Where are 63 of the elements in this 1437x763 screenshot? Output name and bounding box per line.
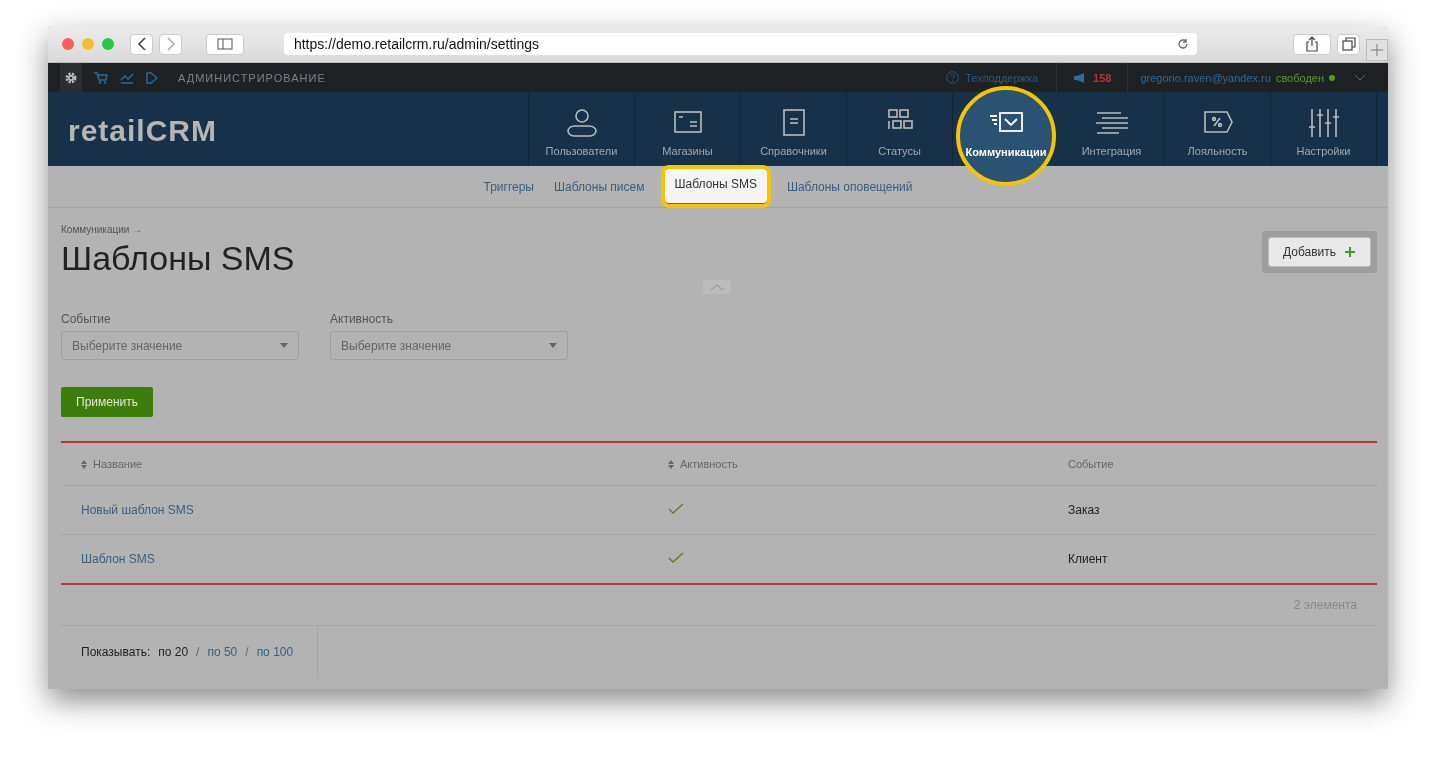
share-button[interactable] bbox=[1293, 33, 1332, 55]
sidebar-icon bbox=[216, 38, 233, 50]
user-status: свободен bbox=[1275, 71, 1324, 84]
status-dot bbox=[1329, 74, 1335, 81]
share-icon bbox=[1305, 36, 1320, 52]
filter-label: Событие bbox=[61, 312, 112, 326]
separator: / bbox=[196, 645, 200, 659]
chevron-left-icon bbox=[136, 37, 147, 51]
settings-icon[interactable] bbox=[60, 63, 82, 92]
chart-icon[interactable] bbox=[120, 71, 134, 84]
address-bar[interactable]: https://demo.retailcrm.ru/admin/settings bbox=[283, 33, 1198, 55]
separator: / bbox=[245, 645, 249, 659]
template-link[interactable]: Новый шаблон SMS bbox=[81, 503, 194, 517]
sort-icon bbox=[81, 459, 87, 469]
select-field[interactable]: Выберите значение bbox=[330, 331, 568, 360]
nav-item[interactable]: Статусы bbox=[847, 92, 953, 166]
chevron-right-icon bbox=[165, 37, 176, 51]
cart-icon[interactable] bbox=[94, 71, 108, 84]
new-tab-button[interactable] bbox=[1366, 39, 1388, 61]
template-link[interactable]: Шаблон SMS bbox=[81, 552, 155, 566]
column-header[interactable]: Событие bbox=[1068, 458, 1377, 470]
dropdown-caret-icon bbox=[280, 343, 288, 348]
add-button[interactable]: Добавить bbox=[1267, 237, 1371, 267]
nav-item[interactable]: Интеграция bbox=[1059, 92, 1165, 166]
breadcrumb[interactable]: Коммуникации → bbox=[61, 224, 295, 235]
help-icon bbox=[946, 71, 960, 84]
caret-icon[interactable] bbox=[1354, 73, 1366, 82]
user-email-link[interactable]: gregorio.raven@yandex.ru bbox=[1140, 71, 1271, 84]
reload-icon[interactable] bbox=[1177, 38, 1190, 50]
column-header[interactable]: Активность bbox=[668, 458, 1068, 470]
page-size-label: Показывать: bbox=[81, 645, 151, 659]
tabs-icon bbox=[1341, 37, 1356, 51]
page-title: Шаблоны SMS bbox=[61, 239, 295, 278]
nav-item[interactable]: Лояльность bbox=[1165, 92, 1271, 166]
select-field[interactable]: Выберите значение bbox=[61, 331, 299, 360]
apply-button[interactable]: Применить bbox=[61, 387, 153, 417]
back-button[interactable] bbox=[130, 33, 153, 55]
zoom-button[interactable] bbox=[102, 38, 114, 50]
page-size-option[interactable]: по 50 bbox=[207, 645, 238, 659]
subnav-tab[interactable]: Шаблоны писем bbox=[553, 179, 645, 194]
nav-item[interactable]: Коммуникации bbox=[956, 86, 1056, 186]
subnav-tab[interactable]: Шаблоны оповещений bbox=[786, 179, 913, 194]
plus-icon bbox=[1371, 44, 1384, 56]
table-cell-text: Клиент bbox=[1068, 552, 1109, 566]
page-size-option[interactable]: по 100 bbox=[256, 645, 294, 659]
nav-item[interactable]: Пользователи bbox=[529, 92, 635, 166]
sort-icon bbox=[668, 459, 674, 469]
page-size-option[interactable]: по 20 bbox=[158, 645, 189, 659]
tabs-button[interactable] bbox=[1337, 33, 1361, 55]
section-title: АДМИНИСТРИРОВАНИЕ bbox=[178, 71, 326, 84]
logo[interactable]: retailCRM bbox=[48, 92, 218, 166]
table-cell-text: Заказ bbox=[1068, 503, 1101, 517]
play-icon[interactable] bbox=[146, 71, 158, 84]
support-link[interactable]: Техподдержка bbox=[946, 71, 1039, 84]
close-button[interactable] bbox=[62, 38, 74, 50]
filter-label: Активность bbox=[330, 312, 394, 326]
sidebar-button[interactable] bbox=[206, 33, 244, 55]
plus-icon bbox=[1344, 246, 1356, 258]
subnav-tab[interactable]: Триггеры bbox=[483, 179, 534, 194]
nav-item[interactable]: Настройки bbox=[1271, 92, 1377, 166]
dropdown-caret-icon bbox=[549, 343, 557, 348]
column-header[interactable]: Название bbox=[81, 458, 668, 470]
forward-button[interactable] bbox=[159, 33, 182, 55]
